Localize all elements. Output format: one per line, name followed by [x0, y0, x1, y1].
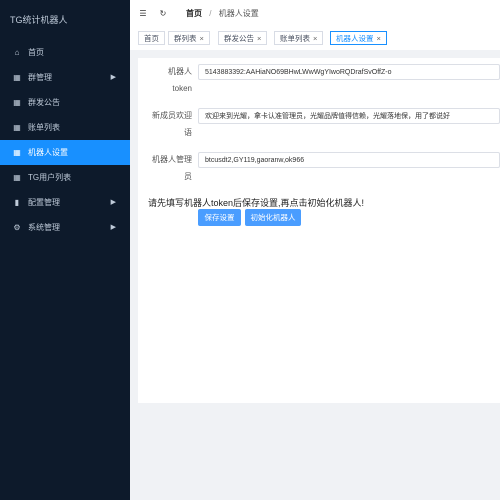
sidebar-item-label: 系统管理 — [28, 223, 60, 232]
tab-label: 机器人设置 — [336, 34, 374, 43]
breadcrumb: 首页 / 机器人设置 — [186, 8, 259, 19]
sidebar-item-tg-users[interactable]: ▦ TG用户列表 — [0, 165, 130, 190]
sidebar-item-label: 账单列表 — [28, 123, 60, 132]
top-header: ☰ ↻ 首页 / 机器人设置 — [130, 0, 500, 27]
sidebar-item-label: 机器人设置 — [28, 148, 68, 157]
grid-icon: ▦ — [13, 173, 21, 182]
chevron-right-icon: ▶ — [110, 224, 116, 231]
grid-icon: ▦ — [13, 148, 21, 157]
close-icon[interactable]: × — [313, 34, 317, 43]
sidebar-item-bills[interactable]: ▦ 账单列表 — [0, 115, 130, 140]
close-icon[interactable]: × — [257, 34, 261, 43]
tab-bot-settings[interactable]: 机器人设置 × — [330, 31, 387, 45]
save-settings-button[interactable]: 保存设置 — [198, 209, 241, 226]
sidebar-item-config[interactable]: ▮ 配置管理 ▶ — [0, 190, 130, 215]
chevron-right-icon: ▶ — [110, 199, 116, 206]
close-icon[interactable]: × — [377, 34, 381, 43]
tab-home[interactable]: 首页 — [138, 31, 165, 45]
menu-toggle-icon[interactable]: ☰ — [136, 6, 150, 20]
chevron-right-icon: ▶ — [110, 74, 116, 81]
sidebar-item-label: 群发公告 — [28, 98, 60, 107]
sidebar-item-label: TG用户列表 — [28, 173, 72, 182]
breadcrumb-separator: / — [209, 8, 212, 18]
breadcrumb-home[interactable]: 首页 — [186, 9, 202, 18]
tab-label: 群发公告 — [224, 34, 254, 43]
welcome-label-line1: 新成员欢迎 — [152, 111, 192, 120]
sidebar: TG统计机器人 ⌂ 首页 ▦ 群管理 ▶ ▦ 群发公告 ▦ 账单列表 ▦ 机器人… — [0, 0, 130, 500]
tab-bar: 首页 群列表 × 群发公告 × 账单列表 × 机器人设置 × — [130, 26, 500, 51]
admin-label-line1: 机器人管理 — [152, 155, 192, 164]
sidebar-item-system[interactable]: ⚙ 系统管理 ▶ — [0, 215, 130, 240]
breadcrumb-current: 机器人设置 — [218, 8, 259, 18]
sidebar-item-label: 群管理 — [28, 73, 52, 82]
instruction-text: 请先填写机器人token后保存设置,再点击初始化机器人! — [148, 198, 365, 208]
grid-icon: ▦ — [13, 73, 21, 82]
home-icon: ⌂ — [14, 48, 20, 57]
gear-icon: ⚙ — [13, 223, 21, 232]
token-label-line1: 机器人 — [168, 67, 192, 76]
sidebar-item-bot-settings[interactable]: ▦ 机器人设置 — [0, 140, 130, 165]
refresh-icon[interactable]: ↻ — [156, 6, 170, 20]
sidebar-item-label: 配置管理 — [28, 198, 60, 207]
init-bot-button[interactable]: 初始化机器人 — [245, 209, 301, 226]
bar-chart-icon: ▮ — [14, 198, 20, 207]
tab-group-list[interactable]: 群列表 × — [168, 31, 210, 45]
tab-label: 群列表 — [174, 34, 197, 43]
sidebar-item-group-management[interactable]: ▦ 群管理 ▶ — [0, 65, 130, 90]
tab-label: 账单列表 — [280, 34, 310, 43]
token-label-line2: token — [172, 84, 192, 93]
app-title: TG统计机器人 — [10, 15, 68, 25]
tab-announcements[interactable]: 群发公告 × — [218, 31, 268, 45]
tab-label: 首页 — [144, 34, 159, 43]
grid-icon: ▦ — [13, 123, 21, 132]
bot-admins-input[interactable]: btcusdt2,GY119,gaoranw,ok966 — [198, 152, 500, 168]
close-icon[interactable]: × — [200, 34, 204, 43]
welcome-label-line2: 语 — [184, 128, 192, 137]
sidebar-item-label: 首页 — [28, 48, 44, 57]
admin-label-line2: 员 — [184, 172, 192, 181]
grid-icon: ▦ — [13, 98, 21, 107]
welcome-message-input[interactable]: 欢迎来到光耀，拿卡认准管理员，光耀品牌值得信赖，光耀落地保，用了都说好 — [198, 108, 500, 124]
sidebar-item-home[interactable]: ⌂ 首页 — [0, 40, 130, 65]
sidebar-item-announcements[interactable]: ▦ 群发公告 — [0, 90, 130, 115]
tab-bills[interactable]: 账单列表 × — [274, 31, 324, 45]
token-input[interactable]: 5143883392:AAHiaNO69BHwLWwWgYIwoRQDrafSv… — [198, 64, 500, 80]
